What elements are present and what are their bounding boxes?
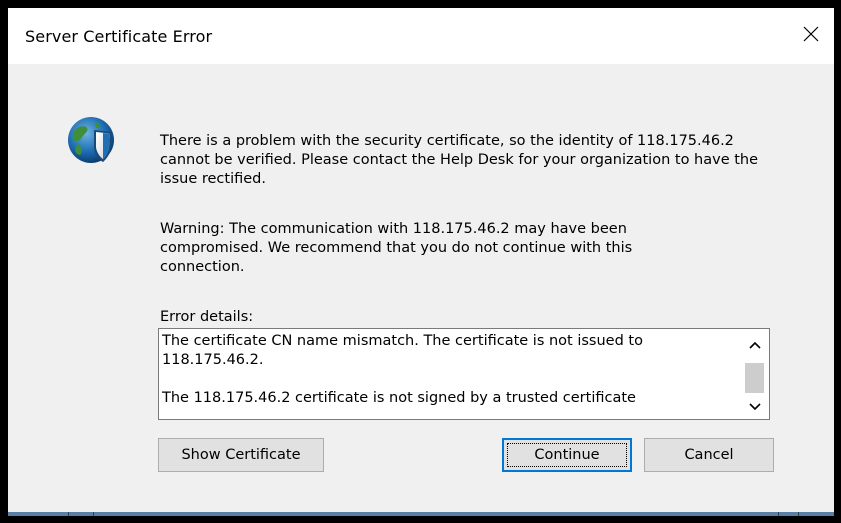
certificate-error-dialog: Server Certificate Error There is a prob… [8,8,834,516]
chevron-down-icon [748,396,761,415]
window-title: Server Certificate Error [25,27,213,46]
close-button[interactable] [788,8,834,64]
close-icon [803,26,819,46]
error-detail-line: The 118.175.46.2 certificate is not sign… [162,390,636,406]
scroll-down-button[interactable] [740,391,769,419]
error-detail-line: The certificate CN name mismatch. The ce… [162,333,643,368]
dialog-body: There is a problem with the security cer… [8,64,834,516]
bar-separator [93,512,94,516]
bar-separator [798,512,799,516]
warning-message: Warning: The communication with 118.175.… [160,221,633,275]
globe-shield-icon [67,114,117,166]
cancel-button[interactable]: Cancel [644,438,774,472]
continue-button[interactable]: Continue [502,438,632,472]
scroll-up-button[interactable] [740,329,769,357]
bar-separator [68,512,69,516]
scroll-thumb[interactable] [745,363,764,393]
focus-ring [507,443,627,467]
vertical-scrollbar[interactable] [740,329,769,419]
error-details-text: The certificate CN name mismatch. The ce… [162,332,737,419]
bar-separator [778,512,779,516]
show-certificate-button[interactable]: Show Certificate [158,438,324,472]
title-bar[interactable]: Server Certificate Error [8,8,834,64]
error-message: There is a problem with the security cer… [160,133,759,187]
chevron-up-icon [748,334,761,353]
taskbar-strip [8,512,834,516]
error-details-textbox[interactable]: The certificate CN name mismatch. The ce… [158,328,770,420]
error-details-label: Error details: [160,309,254,325]
